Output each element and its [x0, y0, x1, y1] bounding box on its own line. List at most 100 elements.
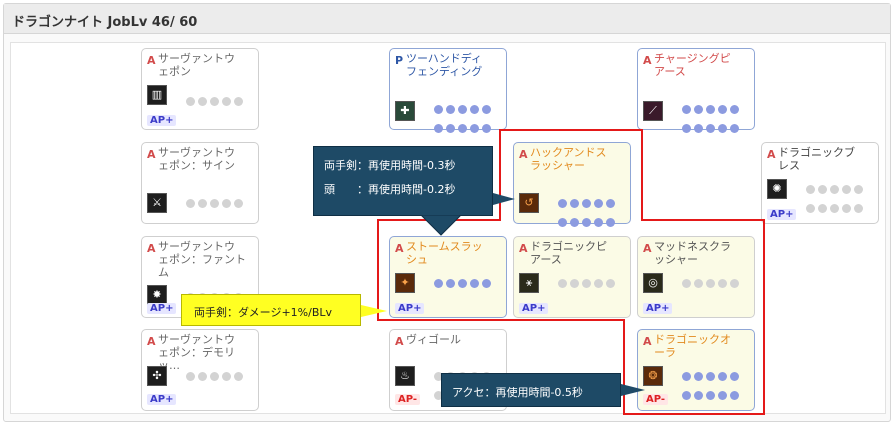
skill-name: ツーハンドディ フェンディング — [406, 52, 483, 78]
skill-card-servant-weapon-sign[interactable]: A サーヴァントウ ェポン：サイン ⚔ — [141, 142, 259, 224]
level-dot-filled — [682, 105, 691, 114]
level-dot-empty — [186, 372, 195, 381]
skill-type-label: A — [643, 242, 652, 255]
tooltip-cooldown-head: 両手剣：再使用時間-0.3秒 頭 ：再使用時間-0.2秒 — [313, 146, 493, 216]
skill-level-dots — [434, 273, 504, 292]
defense-swords-icon: ✚ — [395, 101, 415, 121]
level-dot-filled — [470, 124, 479, 133]
skill-type-label: A — [147, 242, 156, 255]
level-dot-filled — [570, 199, 579, 208]
level-dot-filled — [446, 105, 455, 114]
skill-level-dots — [682, 99, 752, 137]
skill-type-label: A — [395, 242, 404, 255]
skill-type-label: A — [395, 335, 404, 348]
level-dot-empty — [558, 279, 567, 288]
level-dot-filled — [482, 279, 491, 288]
level-dot-filled — [458, 124, 467, 133]
skill-type-label: A — [147, 335, 156, 348]
level-dot-empty — [818, 204, 827, 213]
tooltip-damage: 両手剣：ダメージ+1%/BLv — [181, 294, 361, 326]
level-dot-filled — [682, 391, 691, 400]
skill-card-dragonic-breath[interactable]: A ドラゴニックブ レス ✺ AP+ — [761, 142, 879, 224]
skill-name: サーヴァントウ ェポン：サイン — [158, 146, 235, 172]
skill-name: サーヴァントウ ェポン：ファントム — [158, 240, 246, 279]
skill-grid: A サーヴァントウ ェポン ▥ AP+ P ツーハンドディ フェンディング ✚ … — [10, 42, 886, 415]
level-dot-empty — [222, 372, 231, 381]
tooltip-line: 両手剣：再使用時間-0.3秒 — [324, 159, 456, 172]
level-dot-filled — [718, 105, 727, 114]
level-dot-filled — [730, 105, 739, 114]
skill-card-charging-pierce[interactable]: A チャージングピ アース ⟋ — [637, 48, 755, 133]
level-dot-empty — [582, 279, 591, 288]
level-dot-filled — [594, 199, 603, 208]
panel-header: ドラゴンナイト JobLv 46/ 60 — [4, 4, 890, 34]
page-title: ドラゴンナイト JobLv 46/ 60 — [12, 15, 198, 30]
skill-name: ドラゴニックピ アース — [530, 240, 607, 266]
level-dot-filled — [730, 391, 739, 400]
level-dot-empty — [210, 97, 219, 106]
skill-level-dots — [806, 179, 876, 217]
skill-card-servant-weapon-demolition[interactable]: A サーヴァントウ ェポン：デモリッ… ✣ AP+ — [141, 329, 259, 411]
level-dot-filled — [558, 218, 567, 227]
skill-type-label: A — [643, 54, 652, 67]
skill-type-label: A — [147, 54, 156, 67]
level-dot-filled — [730, 372, 739, 381]
skill-level-dots — [186, 193, 256, 212]
skill-type-label: P — [395, 54, 404, 67]
demolition-icon: ✣ — [147, 366, 167, 386]
level-dot-empty — [198, 372, 207, 381]
skill-card-servant-weapon[interactable]: A サーヴァントウ ェポン ▥ AP+ — [141, 48, 259, 130]
level-dot-empty — [730, 279, 739, 288]
level-dot-empty — [682, 279, 691, 288]
level-dot-empty — [818, 185, 827, 194]
storm-slash-icon: ✦ — [395, 273, 415, 293]
skill-level-dots — [682, 273, 752, 292]
skill-name: ヴィゴール — [406, 333, 461, 346]
ap-badge: AP- — [395, 394, 421, 405]
tooltip-arrow — [421, 215, 461, 236]
level-dot-filled — [706, 124, 715, 133]
skill-level-dots — [558, 193, 628, 231]
skill-type-label: A — [643, 335, 652, 348]
level-dot-filled — [718, 391, 727, 400]
level-dot-filled — [606, 199, 615, 208]
skill-card-dragonic-aura[interactable]: A ドラゴニックオ ーラ ❂ AP- — [637, 329, 755, 411]
tooltip-line: 両手剣：ダメージ+1%/BLv — [194, 306, 333, 319]
level-dot-empty — [210, 199, 219, 208]
skill-name: ストームスラッ シュ — [406, 240, 483, 266]
skill-card-dragonic-pierce[interactable]: A ドラゴニックピ アース ⚹ AP+ — [513, 236, 631, 318]
dragon-aura-icon: ❂ — [643, 366, 663, 386]
level-dot-filled — [458, 105, 467, 114]
level-dot-filled — [682, 124, 691, 133]
ap-badge: AP+ — [147, 303, 177, 314]
skill-level-dots — [434, 99, 504, 137]
level-dot-empty — [842, 185, 851, 194]
level-dot-empty — [186, 97, 195, 106]
highlight-outline — [623, 319, 625, 415]
highlight-outline — [763, 219, 765, 415]
level-dot-filled — [694, 124, 703, 133]
level-dot-filled — [718, 124, 727, 133]
level-dot-filled — [434, 124, 443, 133]
skill-card-storm-slash[interactable]: A ストームスラッ シュ ✦ AP+ — [389, 236, 507, 318]
tooltip-line: アクセ：再使用時間-0.5秒 — [452, 386, 583, 399]
level-dot-filled — [694, 372, 703, 381]
ap-badge: AP+ — [643, 303, 673, 314]
dragon-pierce-icon: ⚹ — [519, 273, 539, 293]
skill-type-label: A — [767, 148, 776, 161]
level-dot-filled — [706, 372, 715, 381]
skill-level-dots — [558, 273, 628, 292]
level-dot-empty — [830, 185, 839, 194]
skill-card-hack-and-slasher[interactable]: A ハックアンドス ラッシャー ↺ — [513, 142, 631, 227]
level-dot-filled — [706, 391, 715, 400]
level-dot-filled — [482, 124, 491, 133]
level-dot-empty — [198, 97, 207, 106]
highlight-outline — [499, 129, 643, 131]
skill-name: ドラゴニックオ ーラ — [654, 333, 731, 359]
level-dot-empty — [706, 279, 715, 288]
highlight-outline — [641, 219, 765, 221]
level-dot-empty — [198, 199, 207, 208]
level-dot-filled — [582, 199, 591, 208]
skill-card-two-hand-defending[interactable]: P ツーハンドディ フェンディング ✚ — [389, 48, 507, 133]
skill-card-madness-crusher[interactable]: A マッドネスクラ ッシャー ◎ AP+ — [637, 236, 755, 318]
